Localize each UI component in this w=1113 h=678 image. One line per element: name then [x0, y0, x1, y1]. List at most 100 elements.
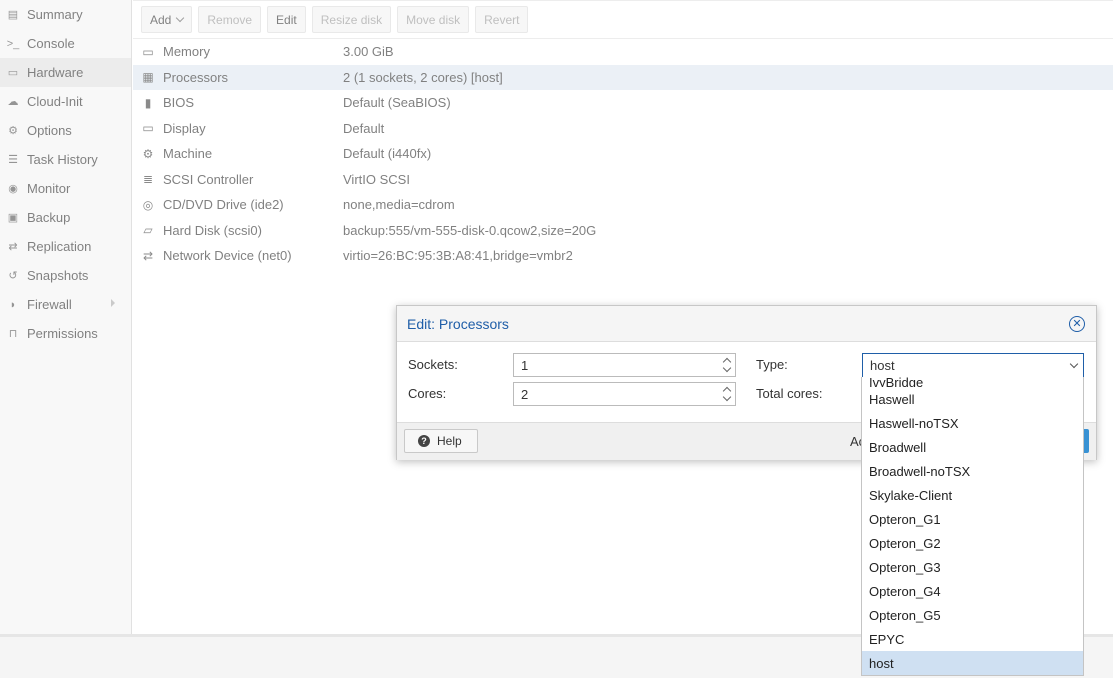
sidebar-item-replication[interactable]: ⇄ Replication	[0, 232, 131, 261]
cpu-type-combobox[interactable]: host	[862, 353, 1084, 378]
hardware-row-processors[interactable]: ▦ Processors 2 (1 sockets, 2 cores) [host]	[133, 64, 1113, 90]
list-item[interactable]: Opteron_G2	[862, 531, 1083, 555]
spinner-arrows-icon[interactable]	[722, 386, 731, 402]
sidebar-item-label: Replication	[27, 239, 92, 254]
book-icon: ▤	[7, 9, 19, 21]
monitor-icon: ▭	[7, 67, 19, 79]
sidebar-item-backup[interactable]: ▣ Backup	[0, 203, 131, 232]
hardware-row-harddisk[interactable]: ▱ Hard Disk (scsi0) backup:555/vm-555-disk…	[133, 218, 1113, 244]
dialog-header: Edit: Processors	[397, 306, 1096, 342]
total-cores-label: Total cores:	[756, 386, 823, 401]
list-item[interactable]: Skylake-Client	[862, 483, 1083, 507]
revert-button[interactable]: Revert	[475, 6, 529, 33]
hardware-row-machine[interactable]: ⚙ Machine Default (i440fx)	[133, 141, 1113, 167]
remove-button[interactable]: Remove	[198, 6, 262, 33]
chevron-right-icon	[111, 299, 115, 307]
cpu-icon: ▦	[142, 70, 154, 85]
sidebar-item-label: Hardware	[27, 65, 84, 80]
revert-button-label: Revert	[484, 12, 520, 27]
hardware-name: CD/DVD Drive (ide2)	[163, 197, 284, 213]
list-item[interactable]: Haswell	[862, 387, 1083, 411]
hardware-value: 2 (1 sockets, 2 cores) [host]	[343, 69, 503, 85]
list-item[interactable]: Opteron_G5	[862, 603, 1083, 627]
shield-icon: ◗	[9, 298, 17, 311]
sidebar-item-hardware[interactable]: ▭ Hardware	[0, 58, 131, 87]
add-button[interactable]: Add	[141, 6, 193, 33]
spinner-arrows-icon[interactable]	[722, 357, 731, 373]
list-item[interactable]: Broadwell-noTSX	[862, 459, 1083, 483]
help-button-label: Help	[437, 434, 462, 448]
sidebar-item-label: Task History	[27, 152, 98, 167]
sidebar-item-permissions[interactable]: ⊓ Permissions	[0, 319, 131, 348]
cogs-icon: ⚙	[142, 146, 154, 161]
sidebar-item-label: Permissions	[27, 326, 98, 341]
cores-row: Cores:	[408, 386, 446, 401]
cloud-icon: ☁	[7, 96, 19, 108]
hardware-row-cdrom[interactable]: ◎ CD/DVD Drive (ide2) none,media=cdrom	[133, 192, 1113, 218]
chevron-down-icon[interactable]	[1069, 359, 1079, 369]
sidebar-item-options[interactable]: ⚙ Options	[0, 116, 131, 145]
sidebar-item-firewall[interactable]: ◗ Firewall	[0, 290, 131, 319]
hardware-value: 3.00 GiB	[343, 44, 394, 60]
total-cores-row: Total cores:	[756, 386, 822, 401]
list-item[interactable]: Opteron_G3	[862, 555, 1083, 579]
sidebar-item-label: Options	[27, 123, 72, 138]
sidebar-item-label: Monitor	[27, 181, 71, 196]
add-button-label: Add	[150, 12, 172, 27]
hardware-name: Display	[163, 120, 206, 136]
sidebar: ▤ Summary >_ Console ▭ Hardware ☁ Cloud-Init…	[0, 0, 132, 634]
resize-disk-button[interactable]: Resize disk	[311, 6, 392, 33]
list-item[interactable]: Broadwell	[862, 435, 1083, 459]
list-item[interactable]: EPYC	[862, 627, 1083, 651]
sidebar-item-label: Backup	[27, 210, 71, 225]
hardware-value: virtio=26:BC:95:3B:A8:41,bridge=vmbr2	[343, 248, 573, 264]
cores-spinner[interactable]: 2	[513, 382, 736, 406]
edit-button-label: Edit	[276, 12, 297, 27]
hardware-name: Machine	[163, 146, 213, 162]
sidebar-item-monitor[interactable]: ◉ Monitor	[0, 174, 131, 203]
list-item-selected[interactable]: host	[862, 651, 1083, 675]
help-button[interactable]: ? Help	[404, 429, 478, 453]
sidebar-item-summary[interactable]: ▤ Summary	[0, 0, 131, 29]
list-item[interactable]: Haswell-noTSX	[862, 411, 1083, 435]
list-item[interactable]: IvyBridge	[862, 377, 1083, 387]
exchange-icon: ⇄	[142, 248, 154, 263]
sockets-spinner[interactable]: 1	[513, 353, 736, 377]
hardware-value: backup:555/vm-555-disk-0.qcow2,size=20G	[343, 222, 597, 238]
sidebar-item-task-history[interactable]: ☰ Task History	[0, 145, 131, 174]
list-item[interactable]: Opteron_G1	[862, 507, 1083, 531]
terminal-icon: >_	[6, 37, 20, 50]
move-disk-button-label: Move disk	[406, 12, 461, 27]
hardware-name: SCSI Controller	[163, 171, 254, 187]
hardware-name: Hard Disk (scsi0)	[163, 222, 262, 238]
sidebar-item-cloud-init[interactable]: ☁ Cloud-Init	[0, 87, 131, 116]
question-icon: ?	[418, 435, 430, 447]
sidebar-item-snapshots[interactable]: ↺ Snapshots	[0, 261, 131, 290]
hardware-row-memory[interactable]: ▭ Memory 3.00 GiB	[133, 39, 1113, 65]
sidebar-item-label: Summary	[27, 7, 83, 22]
hardware-value: none,media=cdrom	[343, 197, 455, 213]
close-icon[interactable]: ✕	[1069, 316, 1085, 332]
edit-button[interactable]: Edit	[267, 6, 306, 33]
hardware-name: Memory	[163, 44, 210, 60]
type-label: Type:	[756, 357, 788, 372]
list-item[interactable]: Opteron_G4	[862, 579, 1083, 603]
sidebar-item-label: Snapshots	[27, 268, 89, 283]
hardware-name: Processors	[163, 69, 229, 85]
cores-value: 2	[521, 386, 529, 402]
hardware-toolbar: Add Remove Edit Resize disk Move disk Re…	[133, 0, 1113, 39]
sockets-value: 1	[521, 357, 529, 373]
database-icon: ≣	[142, 172, 154, 187]
eye-icon: ◉	[8, 183, 18, 195]
hardware-row-network[interactable]: ⇄ Network Device (net0) virtio=26:BC:95:3B…	[133, 243, 1113, 269]
cpu-type-dropdown-list[interactable]: IvyBridge Haswell Haswell-noTSX Broadwel…	[861, 377, 1084, 676]
move-disk-button[interactable]: Move disk	[397, 6, 470, 33]
hardware-list: ▭ Memory 3.00 GiB ▦ Processors 2 (1 sockets,…	[133, 39, 1113, 269]
sidebar-item-console[interactable]: >_ Console	[0, 29, 131, 58]
hardware-row-scsi-controller[interactable]: ≣ SCSI Controller VirtIO SCSI	[133, 167, 1113, 193]
cores-label: Cores:	[408, 386, 447, 401]
hardware-name: Network Device (net0)	[163, 248, 292, 264]
hardware-row-display[interactable]: ▭ Display Default	[133, 116, 1113, 142]
hardware-row-bios[interactable]: ▮ BIOS Default (SeaBIOS)	[133, 90, 1113, 116]
sidebar-item-label: Firewall	[27, 297, 72, 312]
